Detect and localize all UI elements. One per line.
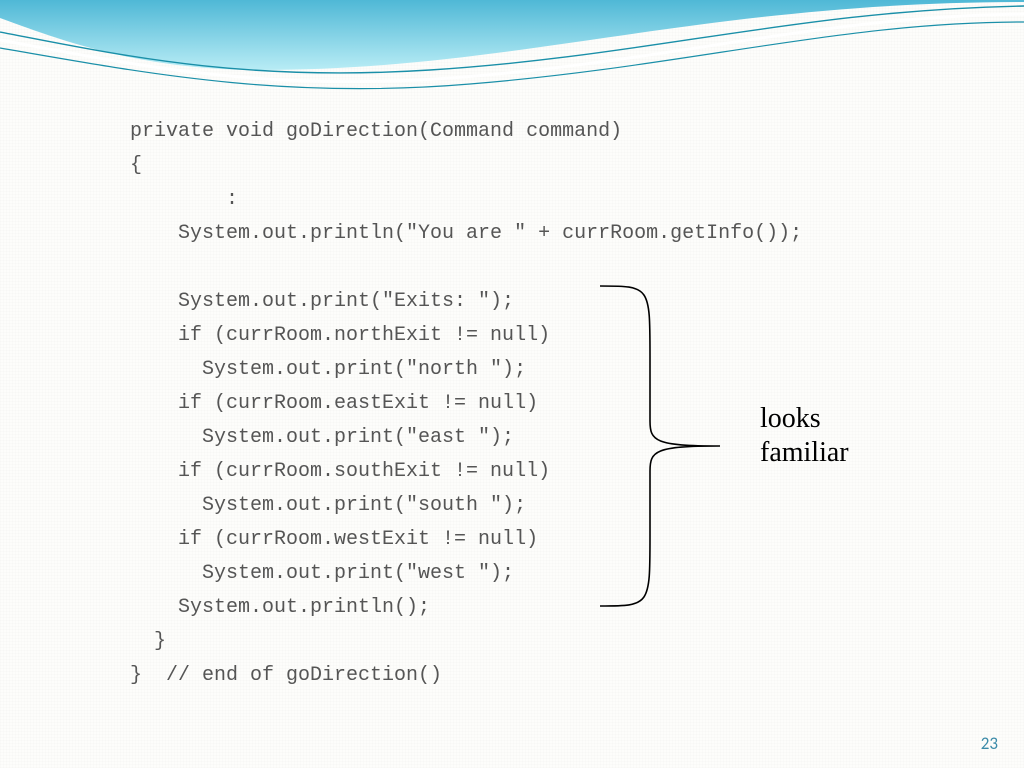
annotation-line1: looks: [760, 402, 849, 436]
annotation-line2: familiar: [760, 436, 849, 470]
annotation-label: looks familiar: [760, 402, 849, 470]
page-number: 23: [981, 733, 998, 754]
code-block: private void goDirection(Command command…: [130, 115, 802, 693]
